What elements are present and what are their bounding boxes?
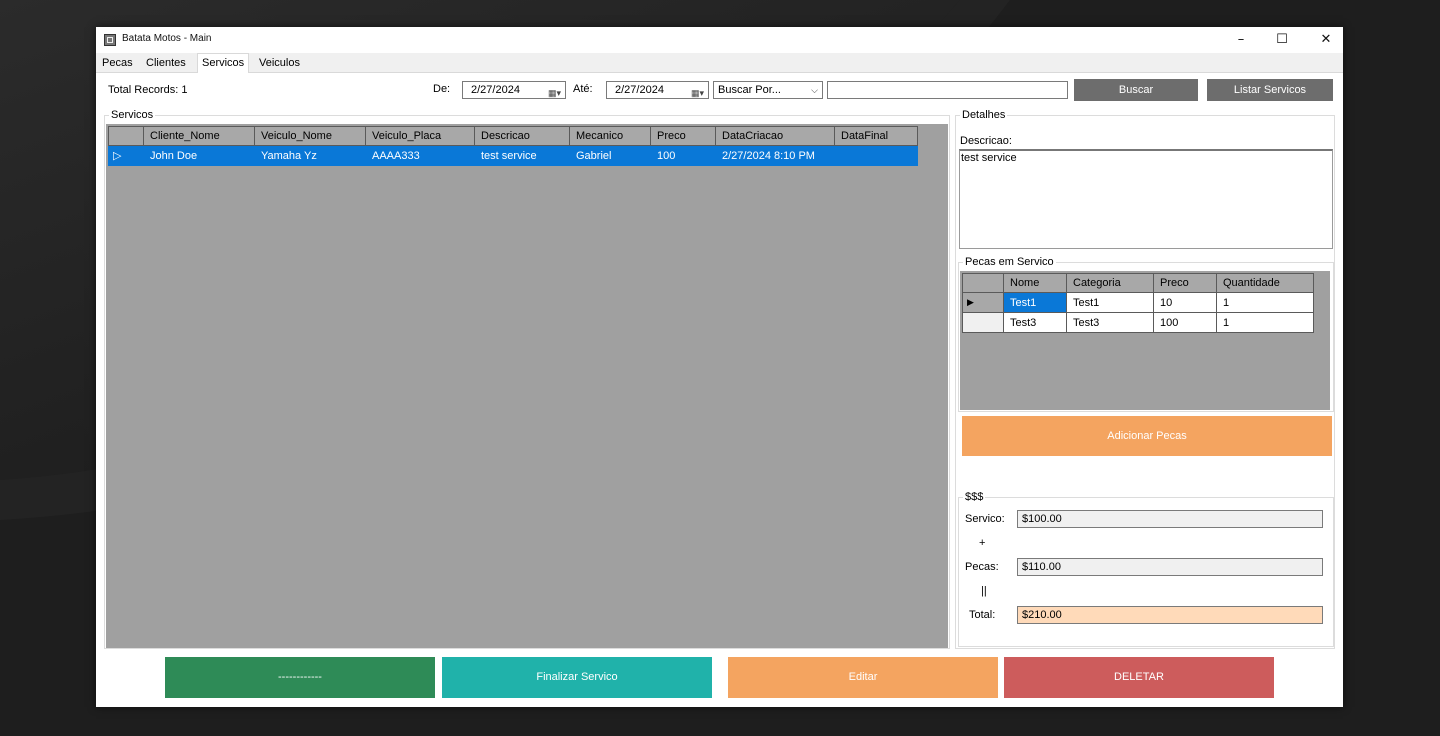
column-header[interactable]: Veiculo_Placa bbox=[365, 126, 475, 146]
column-header[interactable]: Veiculo_Nome bbox=[254, 126, 366, 146]
totais-group: $$$ Servico: $100.00 + Pecas: $110.00 ||… bbox=[958, 491, 1334, 647]
pecas-value-field: $110.00 bbox=[1017, 558, 1323, 576]
title-bar: Batata Motos - Main – ☐ ✕ bbox=[96, 27, 1343, 53]
table-cell[interactable]: Yamaha Yz bbox=[254, 145, 366, 166]
equals-sign: || bbox=[981, 585, 987, 597]
servicos-group: Servicos Cliente_Nome Veiculo_Nome Veicu… bbox=[104, 109, 950, 649]
maximize-button[interactable]: ☐ bbox=[1264, 27, 1300, 53]
buscar-por-select[interactable]: Buscar Por... ⌵ bbox=[713, 81, 823, 99]
column-header[interactable]: Cliente_Nome bbox=[143, 126, 255, 146]
table-row[interactable]: ▶ Test1 Test1 10 1 bbox=[962, 292, 1314, 313]
tab-clientes[interactable]: Clientes bbox=[142, 56, 190, 72]
calendar-dropdown-icon[interactable]: ▦▾ bbox=[691, 85, 704, 101]
column-header[interactable]: Mecanico bbox=[569, 126, 651, 146]
column-header[interactable]: Preco bbox=[650, 126, 716, 146]
table-cell[interactable]: Test3 bbox=[1066, 312, 1154, 333]
editar-button[interactable]: Editar bbox=[728, 657, 998, 698]
servicos-group-title: Servicos bbox=[109, 109, 156, 121]
ate-date-picker[interactable]: 2/27/2024 ▦▾ bbox=[606, 81, 709, 99]
adicionar-pecas-button[interactable]: Adicionar Pecas bbox=[962, 416, 1332, 456]
total-records-label: Total Records: 1 bbox=[108, 84, 188, 96]
servicos-grid[interactable]: Cliente_Nome Veiculo_Nome Veiculo_Placa … bbox=[106, 124, 948, 648]
total-label: Total: bbox=[969, 609, 996, 621]
tab-strip: Pecas Clientes Servicos Veiculos bbox=[96, 53, 1343, 73]
close-button[interactable]: ✕ bbox=[1308, 27, 1344, 53]
detalhes-group-title: Detalhes bbox=[960, 109, 1008, 121]
finalizar-servico-button[interactable]: Finalizar Servico bbox=[442, 657, 712, 698]
main-window: Batata Motos - Main – ☐ ✕ Pecas Clientes… bbox=[96, 27, 1343, 707]
table-cell[interactable]: 100 bbox=[1153, 312, 1217, 333]
row-header-corner bbox=[108, 126, 144, 146]
calendar-dropdown-icon[interactable]: ▦▾ bbox=[548, 85, 561, 101]
column-header[interactable]: DataFinal bbox=[834, 126, 918, 146]
table-cell[interactable]: 1 bbox=[1216, 292, 1314, 313]
servicos-header-row: Cliente_Nome Veiculo_Nome Veiculo_Placa … bbox=[108, 126, 918, 146]
row-selector-arrow-icon[interactable]: ▷ bbox=[108, 145, 144, 166]
chevron-down-icon: ⌵ bbox=[811, 85, 818, 95]
table-cell[interactable]: John Doe bbox=[143, 145, 255, 166]
tab-pecas[interactable]: Pecas bbox=[98, 56, 137, 72]
servicos-table: Cliente_Nome Veiculo_Nome Veiculo_Placa … bbox=[108, 126, 918, 166]
column-header[interactable]: Preco bbox=[1153, 273, 1217, 293]
pecas-grid[interactable]: Nome Categoria Preco Quantidade ▶ Test1 … bbox=[960, 271, 1330, 410]
descricao-textarea[interactable]: test service bbox=[959, 149, 1333, 249]
pecas-em-servico-group: Pecas em Servico Nome Categoria Preco Qu… bbox=[958, 256, 1334, 412]
row-header[interactable] bbox=[962, 312, 1004, 333]
table-cell[interactable]: 1 bbox=[1216, 312, 1314, 333]
column-header[interactable]: DataCriacao bbox=[715, 126, 835, 146]
totais-group-title: $$$ bbox=[963, 491, 986, 503]
table-cell[interactable] bbox=[834, 145, 918, 166]
detalhes-group: Detalhes Descricao: test service Pecas e… bbox=[955, 109, 1335, 649]
table-cell[interactable]: 100 bbox=[650, 145, 716, 166]
table-cell[interactable]: Test3 bbox=[1003, 312, 1067, 333]
buscar-button[interactable]: Buscar bbox=[1074, 79, 1198, 101]
listar-servicos-button[interactable]: Listar Servicos bbox=[1207, 79, 1333, 101]
table-row[interactable]: Test3 Test3 100 1 bbox=[962, 312, 1314, 333]
table-cell[interactable]: Test1 bbox=[1003, 292, 1067, 313]
ate-date-value: 2/27/2024 bbox=[615, 84, 664, 96]
de-date-picker[interactable]: 2/27/2024 ▦▾ bbox=[462, 81, 566, 99]
de-date-value: 2/27/2024 bbox=[471, 84, 520, 96]
column-header[interactable]: Quantidade bbox=[1216, 273, 1314, 293]
de-label: De: bbox=[433, 83, 451, 95]
column-header[interactable]: Nome bbox=[1003, 273, 1067, 293]
descricao-label: Descricao: bbox=[960, 135, 1012, 147]
minimize-button[interactable]: – bbox=[1223, 27, 1259, 53]
deletar-button[interactable]: DELETAR bbox=[1004, 657, 1274, 698]
row-header-corner bbox=[962, 273, 1004, 293]
table-cell[interactable]: AAAA333 bbox=[365, 145, 475, 166]
table-cell[interactable]: test service bbox=[474, 145, 570, 166]
servico-label: Servico: bbox=[965, 513, 1005, 525]
pecas-label: Pecas: bbox=[965, 561, 999, 573]
table-cell[interactable]: 10 bbox=[1153, 292, 1217, 313]
servico-value-field: $100.00 bbox=[1017, 510, 1323, 528]
column-header[interactable]: Categoria bbox=[1066, 273, 1154, 293]
table-cell[interactable]: Gabriel bbox=[569, 145, 651, 166]
table-cell[interactable]: 2/27/2024 8:10 PM bbox=[715, 145, 835, 166]
table-row[interactable]: ▷ John Doe Yamaha Yz AAAA333 test servic… bbox=[108, 145, 918, 166]
action-button-unlabeled[interactable]: ------------ bbox=[165, 657, 435, 698]
app-icon bbox=[104, 34, 116, 46]
pecas-table: Nome Categoria Preco Quantidade ▶ Test1 … bbox=[962, 273, 1314, 333]
tab-veiculos[interactable]: Veiculos bbox=[255, 56, 304, 72]
window-title: Batata Motos - Main bbox=[122, 33, 212, 44]
pecas-header-row: Nome Categoria Preco Quantidade bbox=[962, 273, 1314, 293]
column-header[interactable]: Descricao bbox=[474, 126, 570, 146]
total-value-field: $210.00 bbox=[1017, 606, 1323, 624]
pecas-group-title: Pecas em Servico bbox=[963, 256, 1056, 268]
ate-label: Até: bbox=[573, 83, 593, 95]
table-cell[interactable]: Test1 bbox=[1066, 292, 1154, 313]
plus-sign: + bbox=[979, 537, 986, 549]
buscar-por-value: Buscar Por... bbox=[718, 84, 781, 96]
row-selector-arrow-icon[interactable]: ▶ bbox=[962, 292, 1004, 313]
search-input[interactable] bbox=[827, 81, 1068, 99]
tab-servicos[interactable]: Servicos bbox=[197, 53, 250, 73]
